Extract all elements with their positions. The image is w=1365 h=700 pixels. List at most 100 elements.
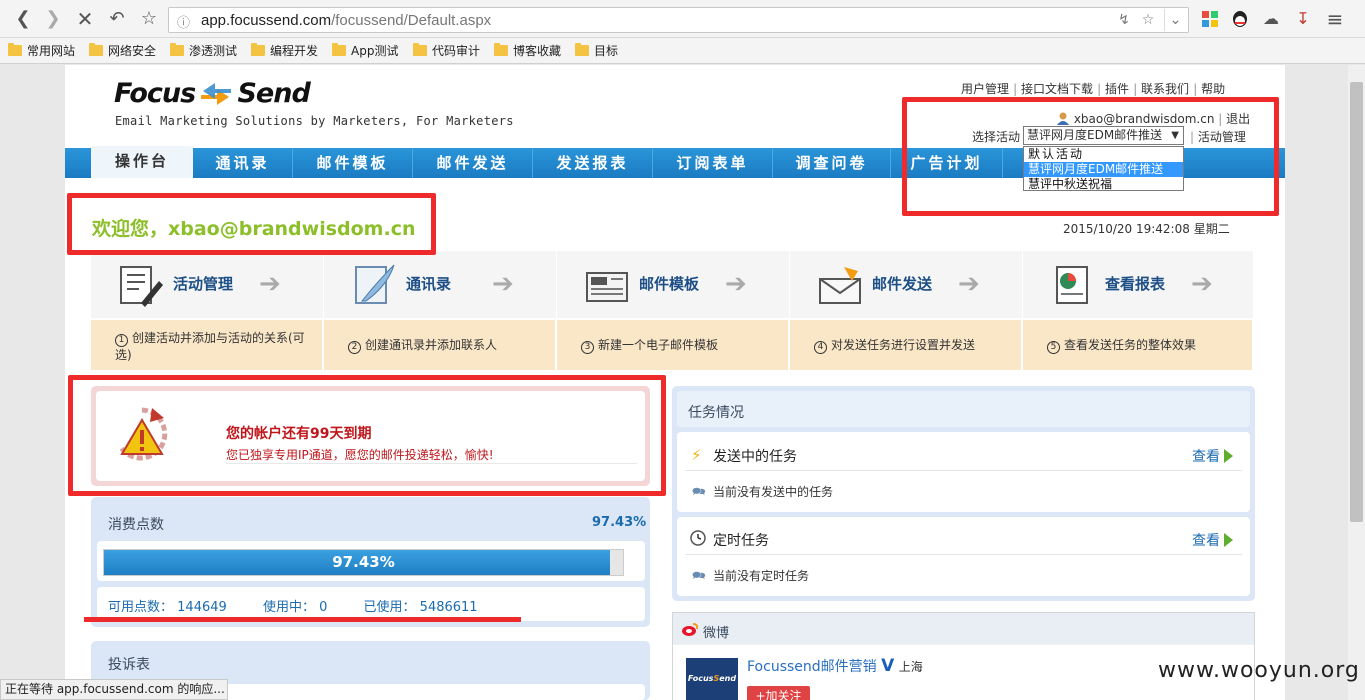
step-desc-text: 1 创建活动并添加与活动的关系(可选) xyxy=(115,331,305,362)
menu-icon[interactable]: ≡ xyxy=(1323,7,1347,31)
bookmark-item[interactable]: 渗透测试 xyxy=(170,42,237,59)
lightning-icon[interactable]: ↯ xyxy=(1113,9,1135,31)
url-text: app.focussend.com/focussend/Default.aspx xyxy=(201,12,492,29)
watermark-text: www.wooyun.org xyxy=(1158,658,1360,683)
bookmark-item[interactable]: 网络安全 xyxy=(89,42,156,59)
bookmark-item[interactable]: 编程开发 xyxy=(251,42,318,59)
browser-toolbar: ❮ ❯ ✕ ↶ ☆ ⓘ app.focussend.com/focussend/… xyxy=(0,0,1365,38)
weibo-title: 微博 xyxy=(703,626,730,641)
step-desc: 1 创建活动并添加与活动的关系(可选) xyxy=(91,320,324,370)
highlight-underline xyxy=(84,617,521,622)
folder-icon xyxy=(413,43,427,56)
scheduled-view-link[interactable]: 查看 xyxy=(1192,530,1233,550)
lightning-icon: ⚡ xyxy=(691,446,702,464)
logo[interactable]: Focus Send xyxy=(114,78,311,109)
dropdown-chevron-icon[interactable]: ⌄ xyxy=(1164,9,1186,31)
step-send[interactable]: 邮件发送 ➔ xyxy=(790,251,1023,318)
scheduled-tasks-note: 当前没有定时任务 xyxy=(713,569,810,583)
folder-icon xyxy=(251,43,265,56)
newspaper-icon xyxy=(585,263,629,307)
bookmark-item[interactable]: 博客收藏 xyxy=(494,42,561,59)
folder-icon xyxy=(332,43,346,56)
clock-icon xyxy=(690,530,706,550)
consumption-title: 消费点数 xyxy=(108,517,164,533)
tab-surveys[interactable]: 调查问卷 xyxy=(773,148,891,178)
download-icon[interactable]: ↧ xyxy=(1291,7,1315,31)
in-use-value: 0 xyxy=(319,600,328,615)
address-bar[interactable]: ⓘ app.focussend.com/focussend/Default.as… xyxy=(168,7,1189,33)
arrow-right-icon: ➔ xyxy=(1191,269,1213,299)
view-label: 查看 xyxy=(1192,449,1220,465)
highlight-box-account xyxy=(68,375,666,496)
apps-grid-icon[interactable] xyxy=(1198,7,1222,31)
sending-tasks-box xyxy=(677,432,1250,512)
bookmark-item[interactable]: 目标 xyxy=(575,42,618,59)
tab-reports[interactable]: 发送报表 xyxy=(533,148,653,178)
link-plugins[interactable]: 插件 xyxy=(1105,82,1129,96)
step-reports[interactable]: 查看报表 ➔ xyxy=(1023,251,1254,318)
complaints-title: 投诉表 xyxy=(108,657,150,673)
reload-icon[interactable]: ↶ xyxy=(104,6,130,32)
tasks-header xyxy=(677,391,1250,427)
step-number-icon: 3 xyxy=(581,341,594,354)
bookmark-star-icon[interactable]: ☆ xyxy=(136,6,162,32)
scrollbar-thumb[interactable] xyxy=(1350,82,1363,522)
step-templates[interactable]: 邮件模板 ➔ xyxy=(557,251,790,318)
tab-contacts[interactable]: 通讯录 xyxy=(193,148,293,178)
logo-text-send: Send xyxy=(237,78,310,109)
divider xyxy=(685,470,1242,471)
step-number-icon: 1 xyxy=(115,334,128,347)
weibo-header xyxy=(673,613,1254,644)
page-info-icon[interactable]: ⓘ xyxy=(177,12,190,31)
arrow-right-icon: ➔ xyxy=(492,269,514,299)
favorite-icon[interactable]: ☆ xyxy=(1137,9,1159,31)
link-user-management[interactable]: 用户管理 xyxy=(961,82,1009,96)
weibo-account-name: Focussend邮件营销 xyxy=(747,659,877,675)
link-contact[interactable]: 联系我们 xyxy=(1141,82,1189,96)
weibo-account[interactable]: Focussend邮件营销 V 上海 xyxy=(747,656,923,676)
sending-view-link[interactable]: 查看 xyxy=(1192,446,1233,466)
weibo-avatar[interactable]: FocusSend xyxy=(686,658,738,700)
used-label: 已使用： xyxy=(363,600,416,615)
verified-badge-icon: V xyxy=(881,656,895,676)
tab-send[interactable]: 邮件发送 xyxy=(413,148,533,178)
follow-button[interactable]: +加关注 xyxy=(747,686,810,700)
step-label: 通讯录 xyxy=(406,275,452,293)
sending-tasks-note: 当前没有发送中的任务 xyxy=(713,485,834,499)
step-label: 查看报表 xyxy=(1105,275,1166,293)
back-icon[interactable]: ❮ xyxy=(10,6,36,32)
forward-icon[interactable]: ❯ xyxy=(40,6,66,32)
tab-dashboard[interactable]: 操作台 xyxy=(91,146,193,178)
progress-label: 97.43% xyxy=(332,553,395,571)
bookmark-item[interactable]: 常用网站 xyxy=(8,42,75,59)
step-desc-text: 3 新建一个电子邮件模板 xyxy=(581,337,718,354)
link-api-docs[interactable]: 接口文档下载 xyxy=(1021,82,1093,96)
available-value: 144649 xyxy=(177,600,227,615)
consumption-stats: 可用点数： 144649 使用中： 0 已使用： 5486611 xyxy=(108,596,478,615)
qq-icon[interactable] xyxy=(1228,7,1252,31)
arrow-right-icon: ➔ xyxy=(259,269,281,299)
report-chart-icon xyxy=(1051,263,1095,307)
divider: | xyxy=(1097,82,1106,96)
arrow-right-icon: ➔ xyxy=(725,269,747,299)
step-contacts[interactable]: 通讯录 ➔ xyxy=(324,251,557,318)
used-value: 5486611 xyxy=(419,600,478,615)
scheduled-tasks-box xyxy=(677,517,1250,596)
tab-subscription-forms[interactable]: 订阅表单 xyxy=(653,148,773,178)
bookmark-item[interactable]: App测试 xyxy=(332,42,398,59)
bookmarks-bar: 常用网站 网络安全 渗透测试 编程开发 App测试 代码审计 博客收藏 目标 xyxy=(0,38,1365,64)
bookmark-item[interactable]: 代码审计 xyxy=(413,42,480,59)
arrow-right-icon xyxy=(1224,533,1233,547)
view-label: 查看 xyxy=(1192,533,1220,549)
progress-track: 97.43% xyxy=(103,549,624,576)
tab-templates[interactable]: 邮件模板 xyxy=(293,148,413,178)
link-help[interactable]: 帮助 xyxy=(1201,82,1225,96)
stop-icon[interactable]: ✕ xyxy=(72,6,98,32)
divider: | xyxy=(1193,82,1202,96)
step-activity-management[interactable]: 活动管理 ➔ xyxy=(91,251,324,318)
step-desc: 5 查看发送任务的整体效果 xyxy=(1023,320,1254,370)
available-label: 可用点数： xyxy=(108,600,174,615)
top-links: 用户管理 | 接口文档下载 | 插件 | 联系我们 | 帮助 xyxy=(961,80,1225,97)
step-label: 邮件发送 xyxy=(872,275,933,293)
cloud-icon[interactable]: ☁ xyxy=(1259,7,1283,31)
